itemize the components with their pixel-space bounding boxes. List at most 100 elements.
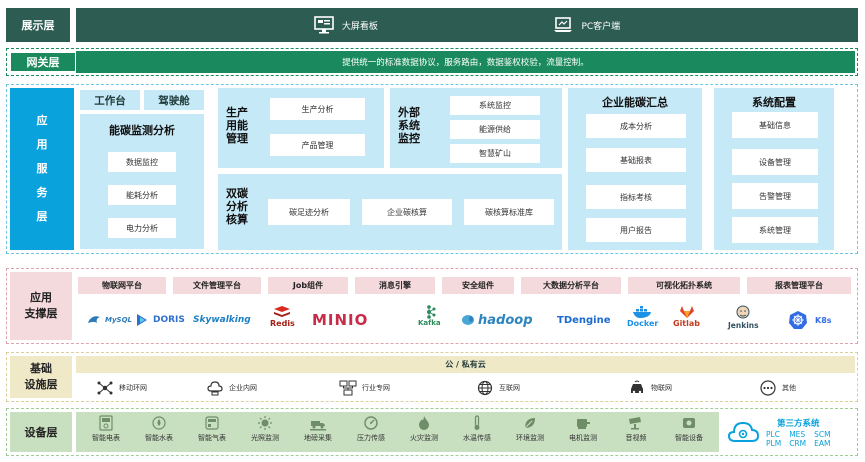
label-line: 设施层	[24, 378, 58, 391]
carbon-standard-library-button[interactable]: 碳核算标准库	[464, 199, 554, 225]
energy-supply-button[interactable]: 能源供给	[450, 120, 540, 139]
job-component[interactable]: Job组件	[268, 277, 348, 294]
device-water-meter[interactable]: 智能水表	[133, 415, 185, 443]
device-smart-meter[interactable]: 智能电表	[80, 415, 132, 443]
device-pressure-sensor[interactable]: 压力传感	[345, 415, 397, 443]
electric-meter-icon	[99, 415, 113, 431]
water-meter-icon	[152, 416, 166, 430]
net-industry-private[interactable]: 行业专网	[339, 378, 390, 398]
system-monitor-button[interactable]: 系统监控	[450, 96, 540, 115]
system-management-button[interactable]: 系统管理	[732, 217, 818, 243]
device-layer-label: 设备层	[10, 412, 72, 452]
logo-text: MySQL	[105, 316, 132, 324]
flame-icon	[419, 416, 429, 430]
globe-icon	[477, 380, 493, 396]
server-network-icon	[339, 380, 357, 396]
energy-analysis-button[interactable]: 能耗分析	[108, 185, 176, 205]
display-layer: 展示层 大屏看板 PC客户端	[6, 8, 858, 42]
device-management-button[interactable]: 设备管理	[732, 149, 818, 175]
device-gas-meter[interactable]: 智能气表	[186, 415, 238, 443]
net-internet[interactable]: 互联网	[476, 378, 520, 398]
laptop-icon	[554, 17, 573, 32]
report-management-platform[interactable]: 报表管理平台	[747, 277, 851, 294]
title-line: 用能	[226, 119, 248, 132]
iot-platform[interactable]: 物联网平台	[78, 277, 166, 294]
device-light-monitor[interactable]: 光照监测	[239, 415, 291, 443]
big-data-platform[interactable]: 大数据分析平台	[521, 277, 621, 294]
basic-report-button[interactable]: 基础报表	[586, 148, 686, 172]
product-management-button[interactable]: 产品管理	[270, 134, 365, 156]
net-label: 其他	[782, 384, 796, 392]
device-fire-monitor[interactable]: 火灾监测	[398, 415, 450, 443]
logo-text: Kafka	[418, 319, 441, 327]
dolphin-icon	[88, 316, 100, 323]
title-line: 生产	[226, 106, 248, 119]
device-motor-monitor[interactable]: 电机监测	[557, 415, 609, 443]
redis-icon	[274, 306, 291, 317]
alarm-management-button[interactable]: 告警管理	[732, 183, 818, 209]
security-component[interactable]: 安全组件	[442, 277, 514, 294]
workbench-box[interactable]: 工作台	[80, 90, 140, 110]
device-weighbridge[interactable]: 地磅采集	[292, 415, 344, 443]
infra-layer: 基础 设施层 公 / 私有云 移动环网 企业内网 行业专网 互联网 物联网 其他	[6, 352, 858, 402]
cost-analysis-button[interactable]: 成本分析	[586, 114, 686, 138]
net-label: 互联网	[499, 384, 520, 392]
enterprise-carbon-button[interactable]: 企业碳核算	[362, 199, 452, 225]
logo-text: Redis	[270, 319, 295, 328]
smart-mine-button[interactable]: 智慧矿山	[450, 144, 540, 163]
net-label: 移动环网	[119, 384, 147, 392]
logo-text: Gitlab	[673, 319, 700, 328]
label-line: 基础	[30, 362, 52, 375]
user-report-button[interactable]: 用户报告	[586, 218, 686, 242]
device-label: 水温传感	[463, 434, 491, 442]
carbon-monitor-panel: 能碳监测分析 数据监控 能耗分析 电力分析	[80, 114, 204, 249]
production-analysis-button[interactable]: 生产分析	[270, 98, 365, 120]
device-label: 环境监测	[516, 434, 544, 442]
logo-text: DORIS	[153, 315, 185, 325]
device-audio-video[interactable]: 音视频	[610, 415, 662, 443]
device-layer: 设备层 智能电表 智能水表 智能气表 光照监测 地磅采集 压力传感 火灾监测 水…	[6, 408, 858, 456]
logo-text: Jenkins	[728, 321, 759, 330]
visual-topology-system[interactable]: 可视化拓扑系统	[628, 277, 740, 294]
cloud-gear-icon	[727, 421, 760, 442]
net-label: 企业内网	[229, 384, 257, 392]
basic-info-button[interactable]: 基础信息	[732, 112, 818, 138]
net-other[interactable]: 其他	[759, 378, 796, 398]
kafka-logo: Kafka	[418, 305, 441, 335]
cockpit-box[interactable]: 驾驶舱	[144, 90, 204, 110]
external-monitor-panel: 外部 系统 监控 系统监控 能源供给 智慧矿山	[390, 88, 562, 168]
title-line: 外部	[398, 106, 420, 119]
enterprise-summary-panel: 企业能碳汇总 成本分析 基础报表 指标考核 用户报告	[568, 88, 702, 250]
big-screen-label: 大屏看板	[341, 21, 378, 32]
gateway-layer-label: 网关层	[11, 53, 75, 71]
net-mobile-ring[interactable]: 移动环网	[96, 378, 147, 398]
third-party-systems[interactable]: 第三方系统 PLC MES SCM PLM CRM EAM	[726, 412, 854, 452]
device-smart-device[interactable]: 智能设备	[663, 415, 715, 443]
device-water-temp-sensor[interactable]: 水温传感	[451, 415, 503, 443]
big-screen-item[interactable]: 大屏看板	[314, 16, 378, 34]
net-iot[interactable]: 物联网	[628, 378, 672, 398]
system-config-title: 系统配置	[752, 96, 796, 109]
power-analysis-button[interactable]: 电力分析	[108, 218, 176, 238]
data-monitor-button[interactable]: 数据监控	[108, 152, 176, 172]
device-label: 智能电表	[92, 434, 120, 442]
device-env-monitor[interactable]: 环境监测	[504, 415, 556, 443]
k8s-logo: K8s	[788, 305, 832, 335]
label-char: 务	[36, 186, 48, 199]
title-line: 核算	[226, 213, 248, 226]
carbon-footprint-button[interactable]: 碳足迹分析	[268, 199, 350, 225]
infra-layer-label: 基础 设施层	[10, 356, 72, 398]
kpi-assessment-button[interactable]: 指标考核	[586, 185, 686, 209]
production-panel: 生产 用能 管理 生产分析 产品管理	[218, 88, 384, 168]
logo-text: MINIO	[312, 311, 369, 329]
third-party-title: 第三方系统	[777, 418, 820, 429]
file-management-platform[interactable]: 文件管理平台	[173, 277, 261, 294]
carbon-accounting-panel: 双碳 分析 核算 碳足迹分析 企业碳核算 碳核算标准库	[218, 174, 562, 250]
kubernetes-wheel-icon	[789, 311, 807, 329]
message-engine[interactable]: 消息引擎	[355, 277, 435, 294]
net-enterprise-intranet[interactable]: 企业内网	[206, 378, 257, 398]
pc-client-item[interactable]: PC客户端	[553, 16, 620, 34]
smart-device-icon	[683, 418, 695, 428]
logo-text: TDengine	[557, 314, 611, 326]
device-label: 智能水表	[145, 434, 173, 442]
